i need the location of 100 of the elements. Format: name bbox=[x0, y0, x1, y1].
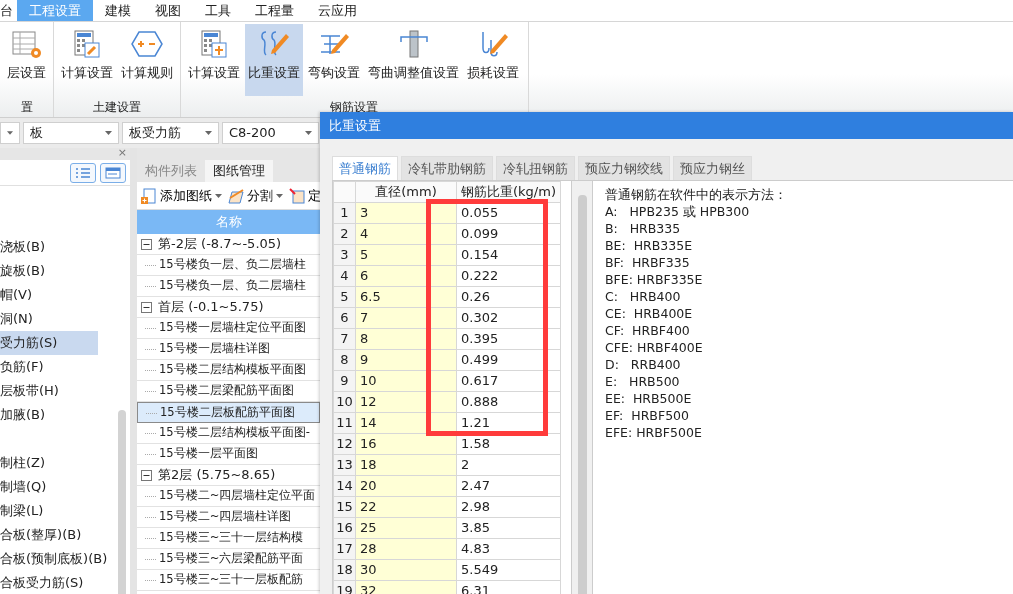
group-label: 土建设置 bbox=[93, 100, 141, 116]
table-cell[interactable]: 2 bbox=[456, 454, 561, 476]
panel-tab[interactable]: 图纸管理 bbox=[205, 160, 273, 182]
ribbon-button[interactable]: 计算设置 bbox=[58, 24, 116, 96]
tree-node[interactable]: 首层 (-0.1~5.75) bbox=[158, 297, 264, 317]
list-item[interactable]: 制柱(Z) bbox=[0, 451, 98, 475]
list-item[interactable]: 洞(N) bbox=[0, 307, 98, 331]
ribbon-button[interactable]: 比重设置 bbox=[245, 24, 303, 96]
collapse-icon[interactable] bbox=[141, 301, 152, 313]
toolbar-button[interactable]: 定 bbox=[289, 185, 320, 206]
table-cell[interactable]: 0.154 bbox=[456, 244, 561, 266]
row-number: 2 bbox=[333, 223, 356, 245]
dialog-tab[interactable]: 冷轧带肋钢筋 bbox=[401, 156, 493, 180]
dialog-tab[interactable]: 普通钢筋 bbox=[332, 156, 398, 180]
legend-line: CFE: HRBF400E bbox=[605, 339, 704, 356]
window-icon bbox=[105, 167, 121, 179]
detail-view-button[interactable] bbox=[100, 163, 126, 183]
ribbon-button[interactable]: 弯钩设置 bbox=[305, 24, 363, 96]
tree-node[interactable]: 第2层 (5.75~8.65) bbox=[158, 465, 276, 485]
collapse-icon[interactable] bbox=[141, 469, 152, 481]
table-cell[interactable]: 2.47 bbox=[456, 475, 561, 497]
hexagon-icon bbox=[131, 28, 163, 58]
dropdown-field[interactable] bbox=[0, 122, 20, 144]
add-page-icon bbox=[141, 187, 157, 204]
legend-line: EE: HRB500E bbox=[605, 390, 693, 407]
list-item[interactable]: 合板受力筋(S) bbox=[0, 571, 98, 594]
list-item[interactable]: 合板(整厚)(B) bbox=[0, 523, 98, 547]
table-cell[interactable]: 0.099 bbox=[456, 223, 561, 245]
scrollbar[interactable] bbox=[118, 410, 126, 594]
legend-line: BE: HRB335E bbox=[605, 237, 694, 254]
dialog-tab[interactable]: 冷轧扭钢筋 bbox=[496, 156, 575, 180]
list-item[interactable]: 负筋(F) bbox=[0, 355, 98, 379]
dropdown-field[interactable]: 板受力筋 bbox=[122, 122, 219, 144]
calculator-wrench-icon bbox=[71, 28, 103, 58]
row-number: 12 bbox=[333, 433, 356, 455]
split-icon bbox=[228, 187, 244, 204]
table-cell[interactable]: 0.888 bbox=[456, 391, 561, 413]
menu-tab[interactable]: 视图 bbox=[143, 0, 193, 21]
list-item[interactable]: 帽(V) bbox=[0, 283, 98, 307]
ribbon-button[interactable]: 弯曲调整值设置 bbox=[365, 24, 462, 96]
list-item[interactable]: 加腋(B) bbox=[0, 403, 98, 427]
legend-line: EF: HRBF500 bbox=[605, 407, 690, 424]
table-cell[interactable]: 5.549 bbox=[456, 559, 561, 581]
legend-line: B: HRB335 bbox=[605, 220, 682, 237]
list-item[interactable]: 制墙(Q) bbox=[0, 475, 98, 499]
table-cell[interactable]: 2.98 bbox=[456, 496, 561, 518]
menu-tab[interactable]: 云应用 bbox=[306, 0, 369, 21]
column-header: 名称 bbox=[137, 210, 320, 234]
tree-node[interactable]: 第-2层 (-8.7~-5.05) bbox=[158, 234, 282, 254]
legend-line: CE: HRB400E bbox=[605, 305, 694, 322]
menu-tab[interactable]: 建模 bbox=[93, 0, 143, 21]
menu-tab[interactable]: 台 bbox=[0, 0, 17, 21]
table-cell[interactable]: 1.58 bbox=[456, 433, 561, 455]
table-cell[interactable]: 0.617 bbox=[456, 370, 561, 392]
scrollbar[interactable] bbox=[577, 195, 587, 594]
ribbon-button[interactable]: 计算设置 bbox=[185, 24, 243, 96]
list-item[interactable]: 合板(预制底板)(B) bbox=[0, 547, 108, 571]
collapse-icon[interactable] bbox=[141, 238, 152, 250]
list-item[interactable]: 层板带(H) bbox=[0, 379, 98, 403]
hook-pencil-icon bbox=[258, 28, 290, 58]
list-item[interactable]: 旋板(B) bbox=[0, 259, 98, 283]
list-item[interactable]: 制梁(L) bbox=[0, 499, 98, 523]
dialog-tab[interactable]: 预应力钢丝 bbox=[673, 156, 752, 180]
table-cell[interactable]: 0.499 bbox=[456, 349, 561, 371]
legend-line: BFE: HRBF335E bbox=[605, 271, 704, 288]
caret-icon bbox=[7, 131, 13, 135]
legend-line: EFE: HRBF500E bbox=[605, 424, 703, 441]
calculator-icon bbox=[198, 28, 230, 58]
list-item[interactable]: 受力筋(S) bbox=[0, 331, 98, 355]
table-cell[interactable]: 0.26 bbox=[456, 286, 561, 308]
dropdown-field[interactable]: C8-200 bbox=[222, 122, 319, 144]
table-cell[interactable]: 3.85 bbox=[456, 517, 561, 539]
list-item[interactable]: 浇板(B) bbox=[0, 235, 98, 259]
toolbar-button[interactable]: 分割 bbox=[228, 185, 283, 206]
legend-line: E: HRB500 bbox=[605, 373, 681, 390]
menu-tab[interactable]: 工具 bbox=[193, 0, 243, 21]
row-number: 8 bbox=[333, 349, 356, 371]
row-number: 11 bbox=[333, 412, 356, 434]
group-label: 置 bbox=[20, 100, 33, 116]
table-cell[interactable]: 0.395 bbox=[456, 328, 561, 350]
table-cell[interactable]: 0.302 bbox=[456, 307, 561, 329]
table-cell[interactable]: 0.055 bbox=[456, 202, 561, 224]
ribbon-button[interactable]: 层设置 bbox=[4, 24, 49, 96]
caret-icon bbox=[305, 131, 312, 135]
close-button[interactable]: × bbox=[117, 146, 127, 159]
dropdown-field[interactable]: 板 bbox=[23, 122, 119, 144]
ribbon-button[interactable]: 损耗设置 bbox=[464, 24, 522, 96]
menu-tab[interactable]: 工程量 bbox=[243, 0, 306, 21]
ribbon-button[interactable]: 计算规则 bbox=[118, 24, 176, 96]
column-header: 直径(mm) bbox=[355, 181, 457, 203]
table-cell[interactable]: 0.222 bbox=[456, 265, 561, 287]
dialog-tab[interactable]: 预应力钢绞线 bbox=[578, 156, 670, 180]
table-cell[interactable]: 4.83 bbox=[456, 538, 561, 560]
toolbar-button[interactable]: 添加图纸 bbox=[141, 185, 222, 206]
column-icon bbox=[397, 28, 430, 58]
list-view-button[interactable] bbox=[70, 163, 96, 183]
tree-item[interactable]: 15号楼二层板配筋平面图 bbox=[137, 402, 320, 423]
table-gear-icon bbox=[10, 28, 43, 58]
caret-icon bbox=[105, 131, 112, 135]
row-number: 18 bbox=[333, 559, 356, 581]
